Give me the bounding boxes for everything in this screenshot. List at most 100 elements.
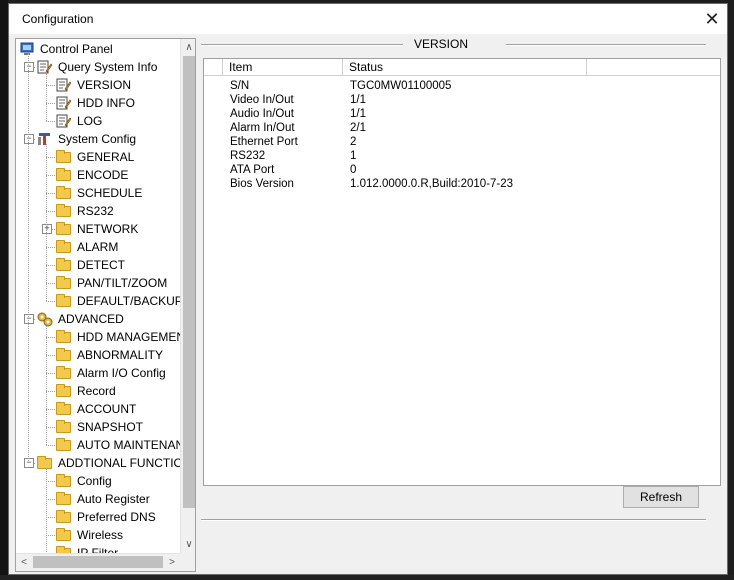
tree-item-label: ACCOUNT	[77, 402, 137, 416]
tree-item[interactable]: Preferred DNS	[16, 508, 180, 526]
collapse-icon[interactable]: −	[24, 314, 34, 324]
tree-item[interactable]: Control Panel	[16, 40, 180, 58]
tree-connector	[46, 283, 55, 284]
tree-item[interactable]: ENCODE	[16, 166, 180, 184]
tree-item-label: Record	[77, 384, 116, 398]
tree-item[interactable]: IP Filter	[16, 544, 180, 553]
tree-item[interactable]: DETECT	[16, 256, 180, 274]
tree-item[interactable]: ABNORMALITY	[16, 346, 180, 364]
tree-item[interactable]: Alarm I/O Config	[16, 364, 180, 382]
folder-icon	[56, 384, 71, 397]
tree-view: Control Panel − Query System Info VERSION HD…	[16, 39, 180, 553]
scroll-right-arrow-icon[interactable]: >	[164, 554, 180, 571]
cell-item: Alarm In/Out	[230, 122, 295, 134]
cell-status: TGC0MW01100005	[350, 80, 452, 92]
tree-item[interactable]: Record	[16, 382, 180, 400]
tree-item-label: AUTO MAINTENANCE	[77, 438, 180, 452]
tree-item[interactable]: VERSION	[16, 76, 180, 94]
tree-item[interactable]: Wireless	[16, 526, 180, 544]
tree-connector	[46, 211, 55, 212]
tree-connector	[46, 193, 55, 194]
scroll-up-arrow-icon[interactable]: ∧	[181, 39, 195, 56]
collapse-icon[interactable]: −	[24, 62, 34, 72]
collapse-icon[interactable]: −	[24, 134, 34, 144]
table-row[interactable]: RS232 1	[204, 149, 704, 163]
tree-item[interactable]: LOG	[16, 112, 180, 130]
tree-item[interactable]: Auto Register	[16, 490, 180, 508]
tree-item[interactable]: Config	[16, 472, 180, 490]
folder-icon	[56, 474, 71, 487]
cell-status: 1.012.0000.0.R,Build:2010-7-23	[350, 178, 514, 190]
table-row[interactable]: ATA Port 0	[204, 163, 704, 177]
tree-item[interactable]: − Query System Info	[16, 58, 180, 76]
table-row[interactable]: Bios Version 1.012.0000.0.R,Build:2010-7-…	[204, 177, 704, 191]
tree-item[interactable]: GENERAL	[16, 148, 180, 166]
tree-item-label: Wireless	[77, 528, 124, 542]
tree-connector	[46, 175, 55, 176]
table-row[interactable]: Ethernet Port 2	[204, 135, 704, 149]
tree-item[interactable]: − ADDTIONAL FUNCTION	[16, 454, 180, 472]
column-header-extra[interactable]	[587, 59, 720, 76]
close-button[interactable]: ✕	[697, 4, 727, 34]
vertical-scroll-thumb[interactable]	[183, 56, 195, 508]
table-row[interactable]: Audio In/Out 1/1	[204, 107, 704, 121]
collapse-icon[interactable]: −	[24, 458, 34, 468]
tree-connector	[46, 409, 55, 410]
tree-horizontal-scrollbar[interactable]: < >	[16, 553, 180, 571]
tree-item[interactable]: AUTO MAINTENANCE	[16, 436, 180, 454]
scroll-down-arrow-icon[interactable]: ∨	[181, 536, 195, 553]
group-divider-left	[201, 44, 403, 46]
cell-status: 2	[350, 136, 357, 148]
tree-connector	[46, 85, 55, 86]
cell-item: ATA Port	[230, 164, 275, 176]
horizontal-scroll-thumb[interactable]	[33, 556, 163, 568]
tree-connector	[46, 157, 55, 158]
tree-item-label: Control Panel	[40, 42, 113, 56]
tree-item[interactable]: PAN/TILT/ZOOM	[16, 274, 180, 292]
tree-vertical-scrollbar[interactable]: ∧ ∨	[180, 39, 195, 553]
scroll-left-arrow-icon[interactable]: <	[16, 554, 32, 571]
tree-item[interactable]: DEFAULT/BACKUP	[16, 292, 180, 310]
folder-icon	[56, 204, 71, 217]
folder-icon	[56, 528, 71, 541]
tree-item-label: PAN/TILT/ZOOM	[77, 276, 168, 290]
tree-connector	[46, 355, 55, 356]
cell-status: 1/1	[350, 108, 366, 120]
column-header-spacer	[204, 59, 223, 76]
tree-item[interactable]: SCHEDULE	[16, 184, 180, 202]
tree-item[interactable]: ACCOUNT	[16, 400, 180, 418]
refresh-button[interactable]: Refresh	[623, 486, 699, 508]
tree-connector	[46, 535, 55, 536]
tree-item[interactable]: HDD MANAGEMENT	[16, 328, 180, 346]
table-row[interactable]: Alarm In/Out 2/1	[204, 121, 704, 135]
folder-icon	[56, 258, 71, 271]
tree-item-label: DEFAULT/BACKUP	[77, 294, 180, 308]
folder-icon	[56, 294, 71, 307]
tree-item-label: ENCODE	[77, 168, 129, 182]
tree-connector	[46, 337, 55, 338]
column-header-item[interactable]: Item	[223, 59, 343, 76]
tree-item[interactable]: − ADVANCED	[16, 310, 180, 328]
expand-icon[interactable]: +	[42, 224, 52, 234]
window-title: Configuration	[22, 12, 94, 26]
tree-item[interactable]: + NETWORK	[16, 220, 180, 238]
tree-item-label: System Config	[58, 132, 137, 146]
tree-item[interactable]: − System Config	[16, 130, 180, 148]
tree-item-label: LOG	[77, 114, 103, 128]
cell-item: Bios Version	[230, 178, 294, 190]
table-row[interactable]: S/N TGC0MW01100005	[204, 79, 704, 93]
tree-item[interactable]: RS232	[16, 202, 180, 220]
tree-item[interactable]: HDD INFO	[16, 94, 180, 112]
tree-item-label: DETECT	[77, 258, 125, 272]
document-icon	[56, 96, 72, 110]
bottom-divider	[201, 519, 706, 521]
column-header-status[interactable]: Status	[343, 59, 587, 76]
folder-icon	[56, 510, 71, 523]
tree-item[interactable]: ALARM	[16, 238, 180, 256]
folder-icon	[56, 492, 71, 505]
tree-connector	[46, 481, 55, 482]
version-list-view: Item Status S/N TGC0MW01100005 Video In/Ou…	[203, 58, 721, 486]
folder-icon	[56, 366, 71, 379]
tree-item[interactable]: SNAPSHOT	[16, 418, 180, 436]
table-row[interactable]: Video In/Out 1/1	[204, 93, 704, 107]
